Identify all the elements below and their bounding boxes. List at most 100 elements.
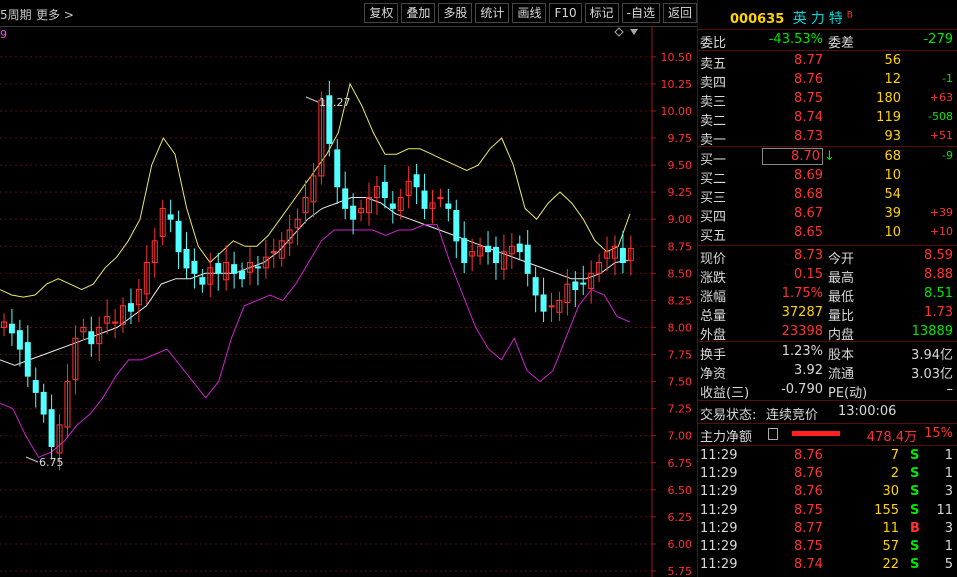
period-selector[interactable]: 5周期 <box>0 6 32 23</box>
tick-row: 11:29 8.74 22 S 5 <box>698 556 957 575</box>
candle-body <box>350 205 357 220</box>
order-volume: 10 <box>884 168 901 183</box>
stock-title: 000635 英力特B <box>730 8 853 28</box>
tick-price: 8.77 <box>794 520 823 536</box>
high-annotation-pointer <box>305 96 319 103</box>
quote-row: 涨幅 1.75% 最低 8.51 <box>698 285 957 305</box>
candle-body <box>24 342 31 377</box>
order-price: 8.75 <box>794 91 823 106</box>
main-flow-value: 478.4万 <box>866 430 917 445</box>
candle-body <box>389 203 396 209</box>
quote-value: 37287 <box>781 305 823 320</box>
stat-row: 净资 3.92 流通 3.03亿 <box>698 362 957 382</box>
candle-body <box>239 270 246 280</box>
mark-button[interactable]: 标记 <box>584 3 619 23</box>
order-level-label: 买二 <box>700 172 727 187</box>
tick-count: 1 <box>944 539 953 554</box>
draw-line-button[interactable]: 画线 <box>512 3 547 23</box>
y-tick-label: 6.25 <box>668 511 693 524</box>
tick-price: 8.76 <box>794 484 823 500</box>
candle-body <box>40 391 47 415</box>
candle-body <box>8 323 15 334</box>
lower-band-line <box>0 224 631 458</box>
quote-label: 涨跌 <box>700 271 727 286</box>
tick-price: 8.75 <box>794 539 823 554</box>
tick-volume: 30 <box>882 484 899 500</box>
weicha-value: -279 <box>923 32 953 47</box>
tick-time: 11:29 <box>700 539 738 554</box>
candle-body <box>254 266 261 269</box>
candle-body <box>381 181 388 199</box>
candle-body <box>48 409 55 448</box>
order-level-label: 卖四 <box>700 76 727 91</box>
tick-volume: 155 <box>874 502 899 518</box>
y-tick-label: 5.75 <box>668 565 693 577</box>
candle-body <box>167 214 174 220</box>
y-tick-label: 6.75 <box>668 457 693 470</box>
stat-row: 换手 1.23% 股本 3.94亿 <box>698 343 957 363</box>
tick-row: 11:29 8.76 7 S 1 <box>698 447 957 466</box>
quote-value: 1.73 <box>924 305 953 320</box>
tick-side: S <box>910 466 920 482</box>
quote-value: 13889 <box>911 324 953 339</box>
tick-time: 11:29 <box>700 466 738 482</box>
back-button[interactable]: 返回 <box>662 3 697 23</box>
restore-rights-button[interactable]: 复权 <box>364 3 399 23</box>
order-price: 8.73 <box>794 129 823 144</box>
more-menu-button[interactable]: 更多 > <box>36 6 74 23</box>
quote-label: 最高 <box>828 271 855 286</box>
quote-label: 最低 <box>828 290 855 305</box>
y-tick-label: 7.50 <box>668 376 693 389</box>
tick-price: 8.75 <box>794 502 823 518</box>
order-level-label: 卖五 <box>700 57 727 72</box>
y-tick-label: 10.00 <box>661 105 693 118</box>
candle-body <box>231 264 238 274</box>
statistics-button[interactable]: 统计 <box>475 3 510 23</box>
divider <box>698 50 957 51</box>
order-level-label: 卖三 <box>700 95 727 110</box>
price-axis: 10.50 10.25 10.00 9.75 9.50 9.25 9.00 8.75 8.50 8… <box>651 26 693 577</box>
stat-label: 股本 <box>828 348 855 363</box>
stat-value: 1.23% <box>781 344 823 359</box>
tick-volume: 7 <box>890 448 899 463</box>
toolbar-buttons: 复权 叠加 多股 统计 画线 F10 标记 -自选 返回 <box>361 3 697 23</box>
order-price: 8.67 <box>794 206 823 221</box>
triangle-down-icon[interactable] <box>630 29 638 35</box>
chart-toolbar: 5周期 更多 > 复权 叠加 多股 统计 画线 F10 标记 -自选 返回 <box>0 0 697 27</box>
kline-chart[interactable]: 9 10.50 10.25 10.00 9.75 9.50 9.25 9.00 8.75 8.5… <box>0 26 697 577</box>
remove-watchlist-button[interactable]: -自选 <box>621 3 660 23</box>
trade-status-time: 13:00:06 <box>838 404 897 419</box>
list-icon[interactable] <box>768 428 778 440</box>
divider <box>698 400 957 401</box>
multi-stock-button[interactable]: 多股 <box>438 3 473 23</box>
tick-count: 3 <box>944 484 953 500</box>
order-price: 8.69 <box>794 168 823 183</box>
order-level-label: 卖二 <box>700 114 727 129</box>
tick-count: 1 <box>944 448 953 463</box>
f10-button[interactable]: F10 <box>549 3 582 23</box>
quote-label: 量比 <box>828 309 855 324</box>
stat-label: 流通 <box>828 367 855 382</box>
diamond-icon[interactable] <box>614 27 624 37</box>
y-tick-label: 6.50 <box>668 484 693 497</box>
quote-value: 0.15 <box>794 267 823 282</box>
order-change: +51 <box>929 129 953 142</box>
stat-value: 3.92 <box>794 363 823 378</box>
candle-body <box>334 149 341 188</box>
candle-body <box>413 174 420 188</box>
overlay-button[interactable]: 叠加 <box>401 3 436 23</box>
tick-row: 11:29 8.76 2 S 1 <box>698 465 957 484</box>
candle-body <box>516 243 523 253</box>
candle-body <box>540 294 547 312</box>
order-volume: 39 <box>884 206 901 221</box>
buy-level-row: 买三 8.68 54 <box>698 186 957 206</box>
candle-body <box>580 282 587 285</box>
down-arrow-icon: ↓ <box>824 149 835 164</box>
tick-side: S <box>910 448 920 463</box>
stat-label: 收益(三) <box>700 386 750 401</box>
buy-level-row: 买五 8.65 10 +10 <box>698 224 957 244</box>
quote-value: 8.51 <box>924 286 953 301</box>
order-volume: 119 <box>876 110 901 125</box>
quote-panel: 000635 英力特B 委比 -43.53% 委差 -279 卖五 8.77 56 卖… <box>698 0 957 577</box>
order-volume: 54 <box>884 187 901 202</box>
